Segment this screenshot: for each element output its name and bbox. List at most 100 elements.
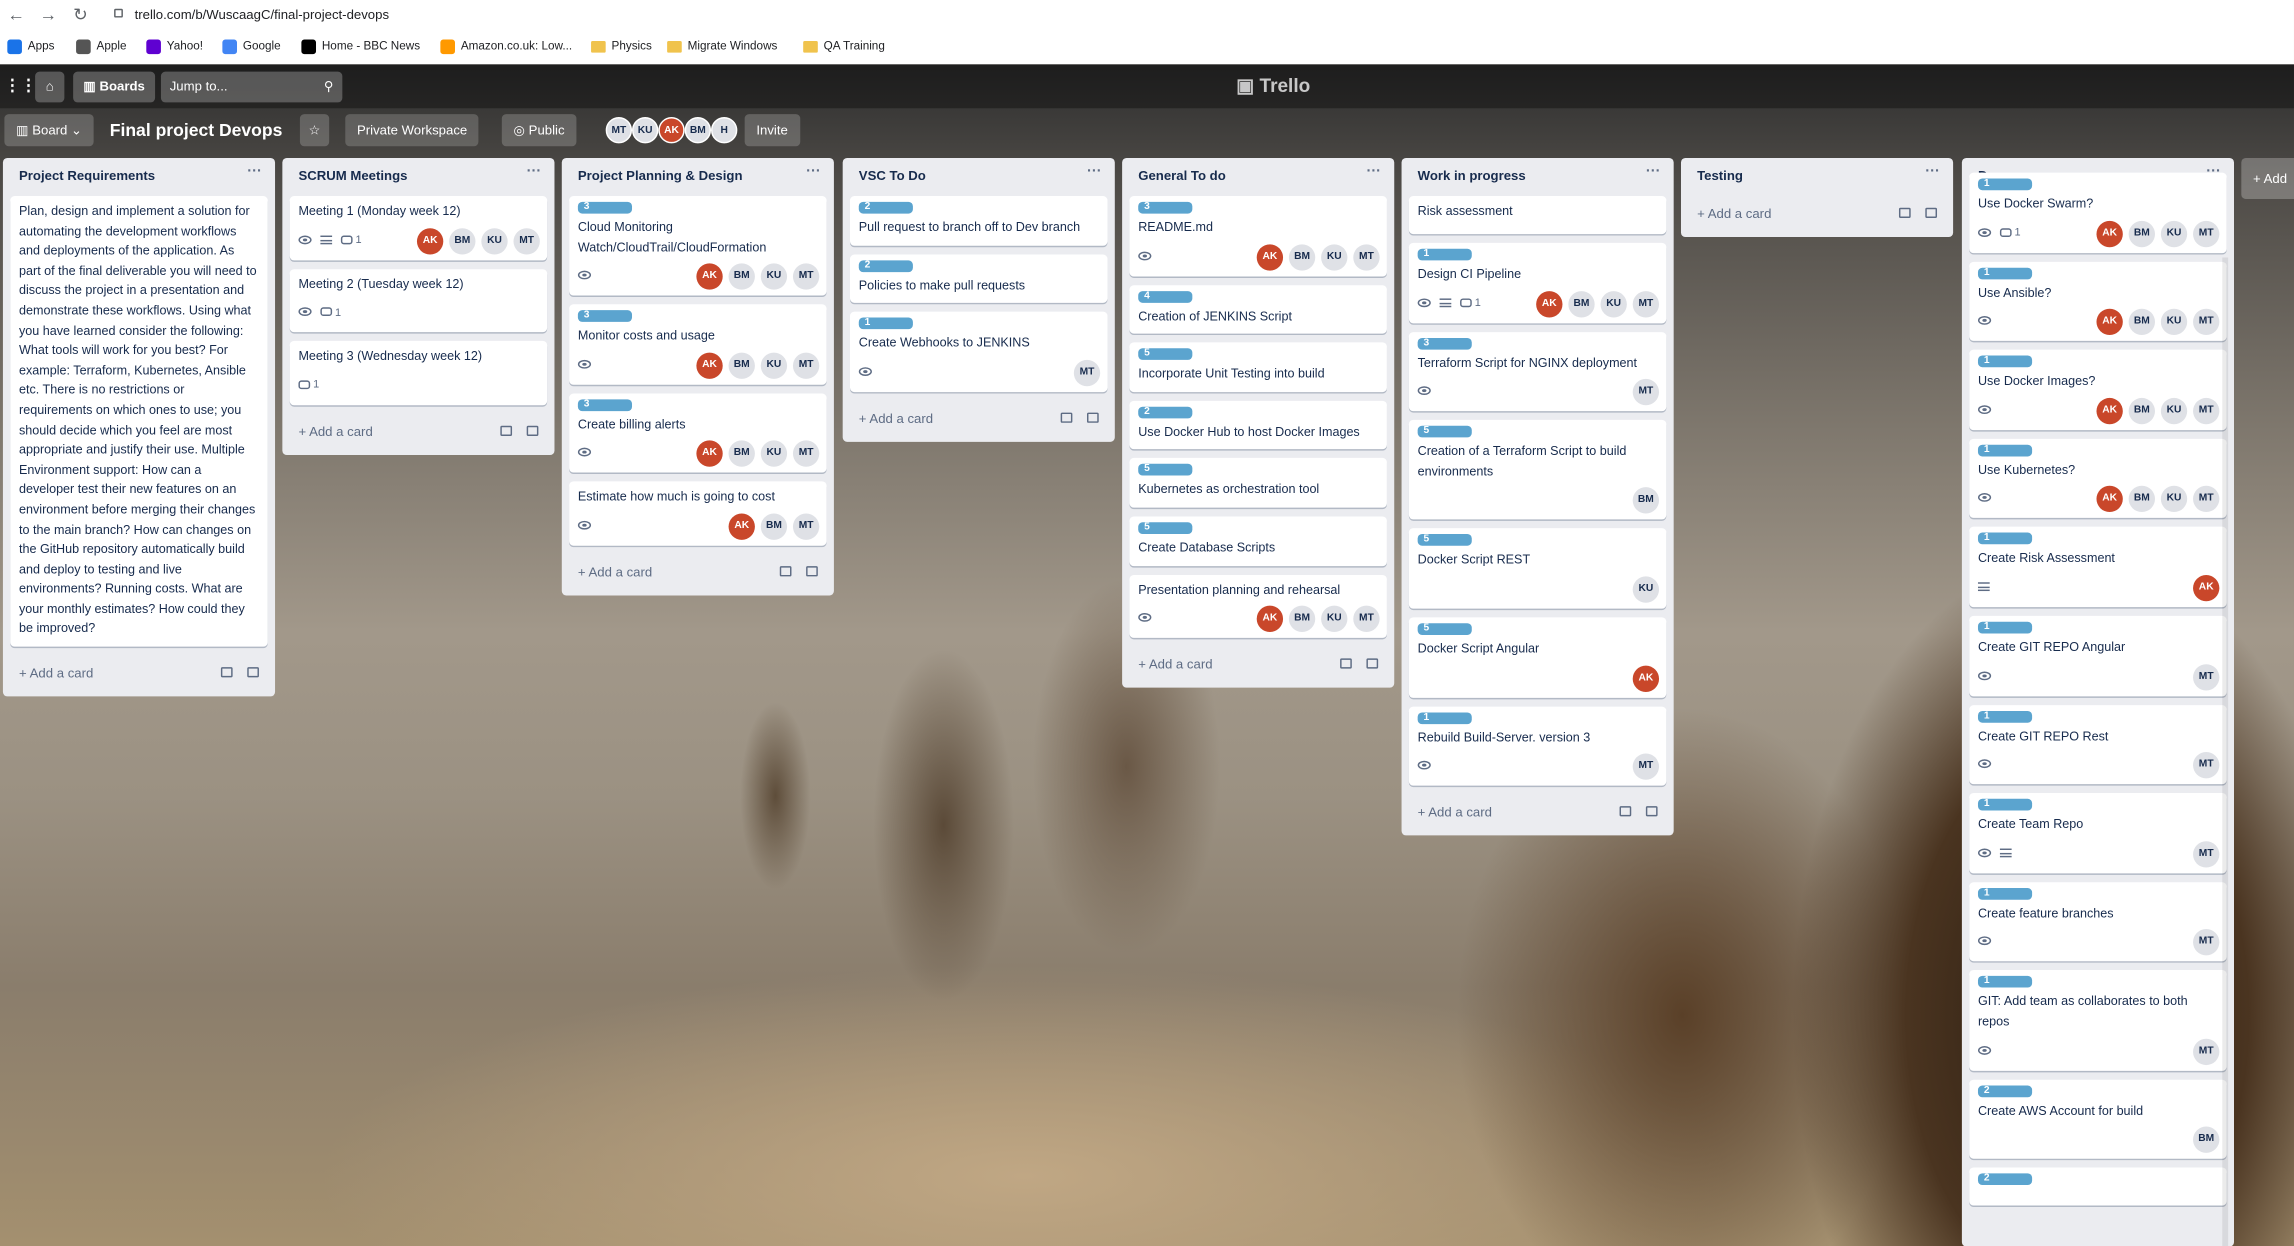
card-label[interactable]: 2 — [1977, 1084, 2033, 1097]
template-icon[interactable] — [500, 425, 513, 436]
list-title[interactable]: Project Planning & Design — [578, 168, 743, 183]
card[interactable]: 5 Creation of a Terraform Script to build… — [1408, 420, 1667, 520]
home-icon[interactable]: ⌂ — [35, 71, 65, 103]
card[interactable]: 3 Terraform Script for NGINX deployment MT — [1408, 331, 1667, 412]
card-label[interactable]: 5 — [1138, 464, 1193, 477]
bookmark-item[interactable]: Physics — [591, 35, 652, 58]
card[interactable]: 1 Use Kubernetes? AK BM KU MT — [1969, 438, 2227, 519]
member-avatar[interactable]: AK — [1256, 243, 1284, 271]
card[interactable]: 1 Design CI Pipeline 1 AK BM KU MT — [1408, 242, 1667, 323]
member-avatar[interactable]: AK — [416, 227, 444, 254]
member-avatar[interactable]: BM — [728, 440, 755, 468]
copy-card-icon[interactable] — [1366, 658, 1379, 669]
member-avatar[interactable]: MT — [792, 513, 820, 540]
member-avatar[interactable]: BM — [2128, 397, 2155, 424]
card[interactable]: 1 Create Team Repo MT — [1969, 793, 2227, 874]
add-card-button[interactable]: + Add a card — [1688, 196, 1945, 231]
member-avatar[interactable]: KU — [1321, 243, 1348, 271]
member-avatar[interactable]: BM — [1632, 487, 1660, 515]
address-bar[interactable]: trello.com/b/WuscaagC/final-project-devo… — [135, 3, 389, 26]
forward-arrow-icon[interactable]: → — [38, 4, 58, 24]
template-icon[interactable] — [1619, 806, 1632, 817]
template-icon[interactable] — [1060, 412, 1073, 423]
list-header[interactable]: VSC To Do ··· — [850, 158, 1107, 196]
member-avatar[interactable]: AK — [696, 352, 723, 379]
boards-button[interactable]: ▥ Boards — [73, 71, 156, 103]
card-label[interactable]: 3 — [1138, 201, 1193, 214]
card-label[interactable]: 1 — [1977, 799, 2033, 811]
member-avatar[interactable]: KU — [760, 352, 788, 379]
member-avatar[interactable]: MT — [1632, 753, 1660, 781]
member-avatar[interactable]: MT — [792, 263, 820, 290]
add-card-button[interactable]: + Add a card — [10, 656, 267, 691]
card[interactable]: 5 Incorporate Unit Testing into build — [1129, 342, 1387, 392]
card[interactable]: 1 GIT: Add team as collaborates to both r… — [1969, 970, 2227, 1071]
member-avatar[interactable]: AK — [1632, 665, 1660, 692]
member-avatar[interactable]: BM — [684, 117, 712, 144]
member-avatar[interactable]: MT — [2193, 663, 2220, 690]
member-avatar[interactable]: KU — [2160, 397, 2188, 424]
add-card-button[interactable]: + Add a card — [850, 401, 1107, 436]
card[interactable]: 5 Docker Script REST KU — [1408, 528, 1667, 609]
member-avatar[interactable]: MT — [792, 352, 820, 379]
member-avatar[interactable]: H — [711, 117, 738, 144]
bookmark-item[interactable]: Amazon.co.uk: Low... — [440, 35, 572, 58]
member-avatar[interactable]: KU — [760, 263, 788, 290]
member-avatar[interactable]: AK — [658, 117, 685, 144]
card[interactable]: 5 Kubernetes as orchestration tool — [1129, 458, 1387, 508]
card-label[interactable]: 1 — [1977, 444, 2033, 457]
bookmark-item[interactable]: Apple — [76, 35, 127, 58]
bookmark-item[interactable]: Yahoo! — [146, 35, 203, 58]
list-menu-icon[interactable]: ··· — [1087, 165, 1102, 180]
back-arrow-icon[interactable]: ← — [6, 4, 26, 24]
member-avatar[interactable]: MT — [2193, 308, 2220, 336]
card-label[interactable]: 1 — [1977, 621, 2033, 634]
add-card-button[interactable]: + Add a card — [290, 414, 547, 449]
card[interactable]: 2 — [1969, 1167, 2227, 1206]
member-avatar[interactable]: MT — [1073, 359, 1101, 386]
bookmark-item[interactable]: Home - BBC News — [301, 35, 420, 58]
member-avatar[interactable]: MT — [1353, 605, 1380, 633]
done-list-scrollbar[interactable] — [2222, 257, 2229, 1246]
member-avatar[interactable]: BM — [449, 227, 476, 254]
member-avatar[interactable]: MT — [2193, 929, 2220, 956]
member-avatar[interactable]: KU — [481, 227, 508, 254]
card[interactable]: 1 Use Docker Images? AK BM KU MT — [1969, 349, 2227, 430]
star-icon[interactable]: ☆ — [299, 114, 330, 147]
list-header[interactable]: Testing ··· — [1688, 158, 1945, 196]
list-header[interactable]: Project Planning & Design ··· — [569, 158, 826, 196]
card-label[interactable]: 1 — [1977, 710, 2033, 723]
card[interactable]: 2 Use Docker Hub to host Docker Images — [1129, 400, 1387, 450]
member-avatar[interactable]: MT — [2193, 752, 2220, 779]
template-icon[interactable] — [1898, 207, 1911, 218]
card[interactable]: 3 Cloud Monitoring Watch/CloudTrail/Cloud… — [569, 196, 827, 296]
list-header[interactable]: Work in progress ··· — [1409, 158, 1666, 196]
list-title[interactable]: Project Requirements — [19, 168, 155, 183]
list-header[interactable]: General To do ··· — [1129, 158, 1386, 196]
board-view-dropdown[interactable]: ▥ Board ⌄ — [4, 114, 94, 147]
add-card-button[interactable]: + Add a card — [569, 554, 826, 589]
bookmark-item[interactable]: Migrate Windows — [667, 35, 777, 58]
card[interactable]: 1 Create Risk Assessment AK — [1969, 527, 2227, 608]
card[interactable]: Presentation planning and rehearsal AK BM K… — [1129, 574, 1387, 639]
card-label[interactable]: 5 — [1138, 348, 1193, 361]
trello-logo[interactable]: ▣ Trello — [1236, 73, 1310, 99]
member-avatar[interactable]: AK — [2193, 574, 2220, 602]
member-avatar[interactable]: BM — [760, 513, 788, 540]
card[interactable]: 5 Docker Script Angular AK — [1408, 617, 1667, 698]
member-avatar[interactable]: AK — [2096, 397, 2123, 424]
card[interactable]: 1 Create Webhooks to JENKINS MT — [850, 311, 1108, 392]
card[interactable]: 1 Create GIT REPO Rest MT — [1969, 704, 2227, 785]
member-avatar[interactable]: KU — [2160, 220, 2188, 247]
card-label[interactable]: 3 — [1417, 337, 1472, 350]
card-label[interactable]: 1 — [858, 317, 913, 330]
member-avatar[interactable]: KU — [1632, 576, 1660, 603]
member-avatar[interactable]: BM — [2128, 220, 2155, 247]
member-avatar[interactable]: BM — [2128, 308, 2155, 336]
list-header[interactable]: Project Requirements ··· — [10, 158, 267, 196]
card-label[interactable]: 1 — [1977, 887, 2033, 900]
template-icon[interactable] — [220, 667, 233, 678]
card-label[interactable]: 1 — [1977, 267, 2033, 279]
add-card-button[interactable]: + Add a card — [1409, 795, 1666, 830]
member-avatar[interactable]: MT — [1632, 290, 1660, 317]
